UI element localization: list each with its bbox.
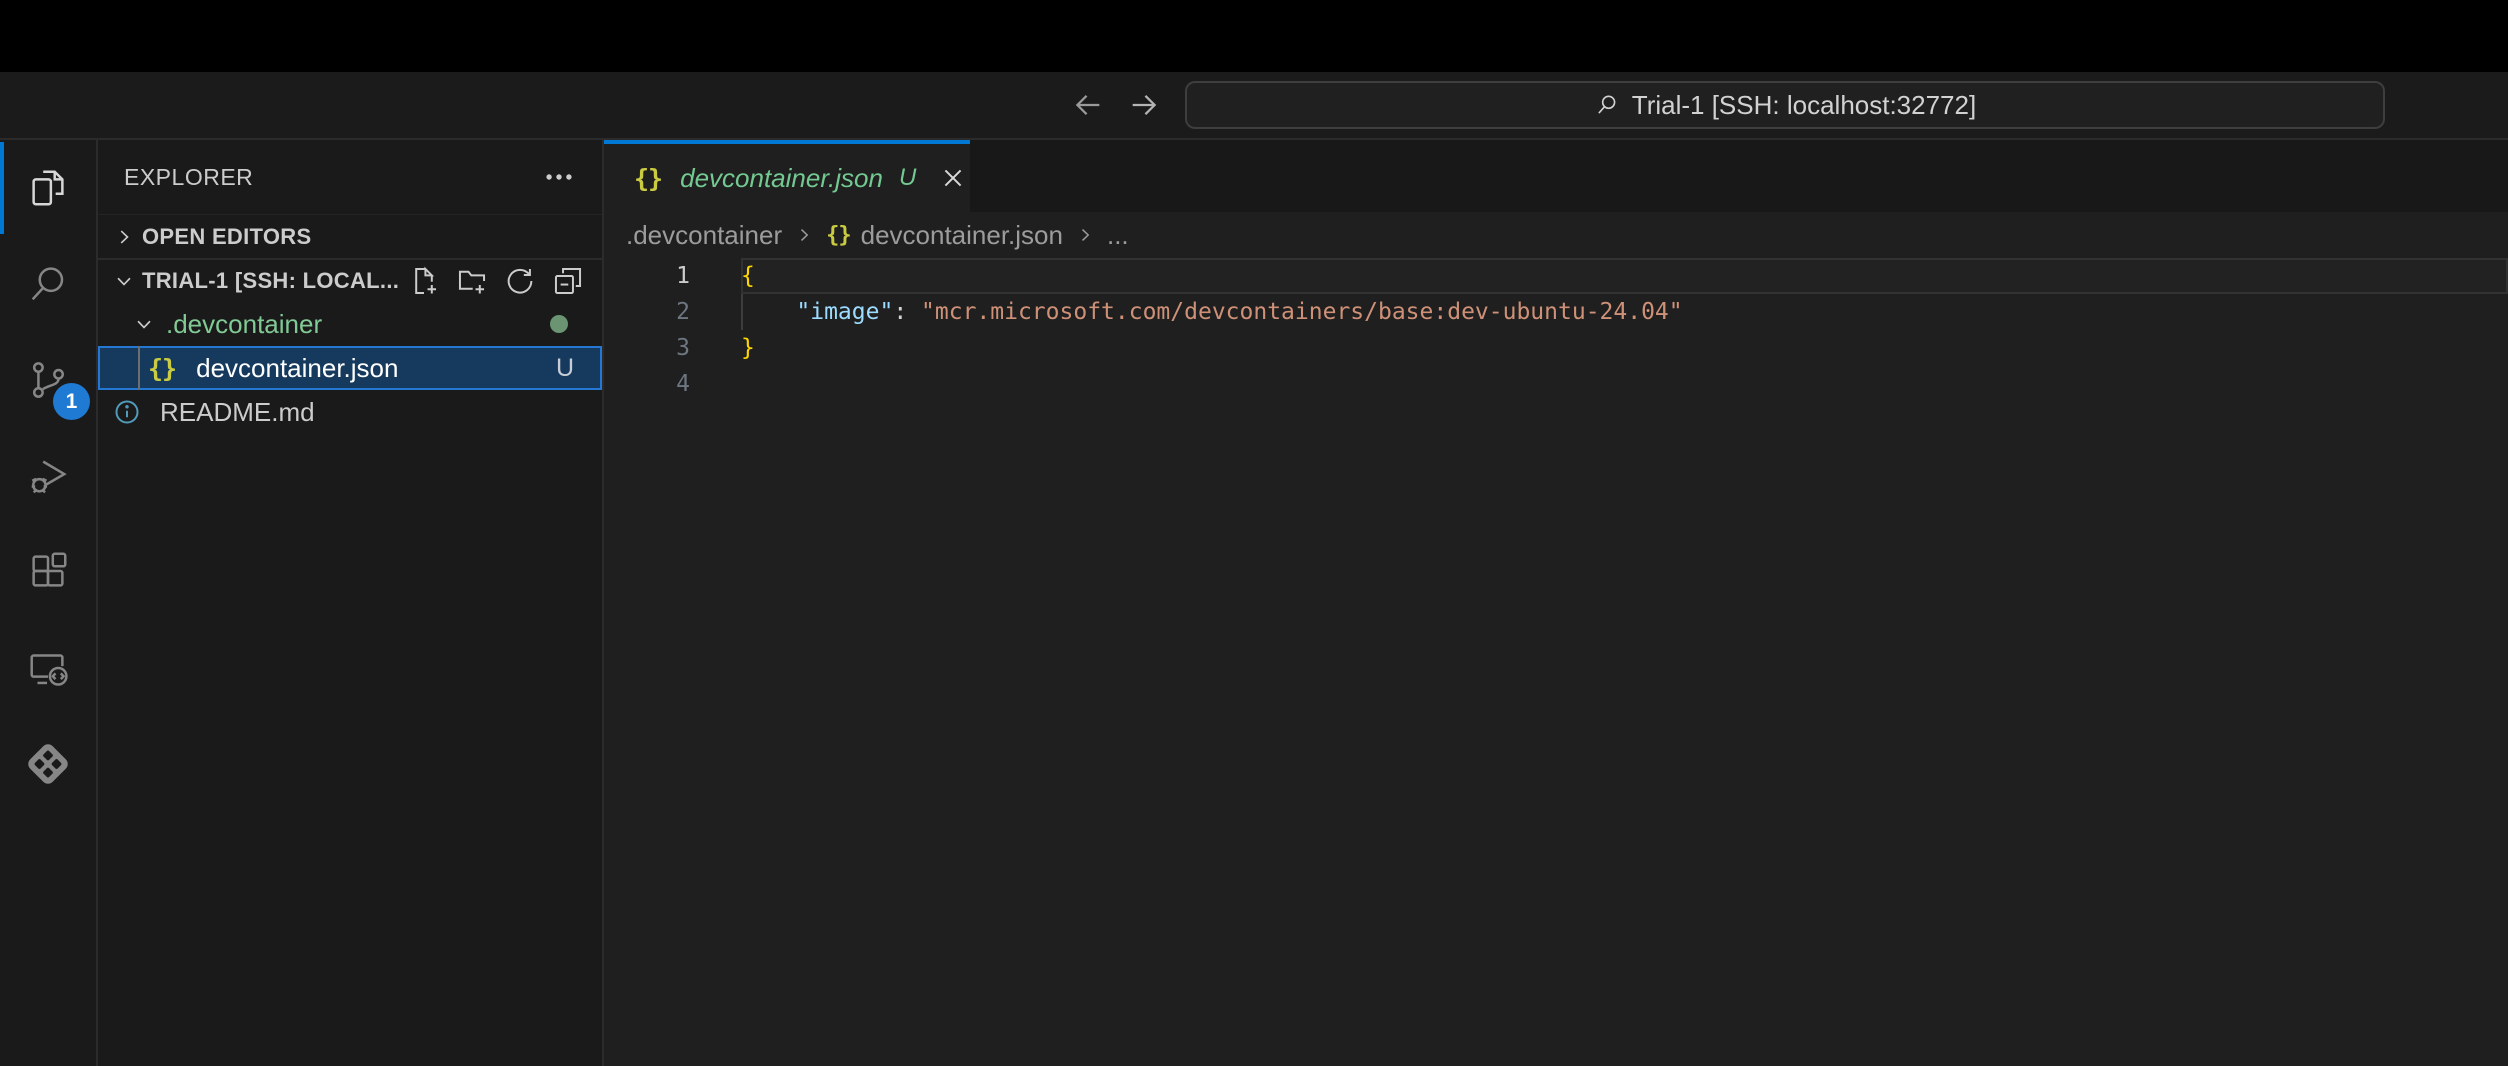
search-icon	[1594, 92, 1620, 118]
scm-badge: 1	[53, 383, 90, 420]
nav-arrows	[1066, 72, 1166, 138]
code-token: "image"	[796, 299, 893, 325]
extensions-icon	[25, 549, 71, 595]
workspace-section[interactable]: TRIAL-1 [SSH: LOCAL...	[98, 258, 602, 302]
chevron-down-icon	[126, 306, 162, 342]
explorer-sidebar: EXPLORER OPEN EDITORS	[96, 140, 604, 1066]
activitybar-source-control[interactable]: 1	[0, 332, 96, 428]
tab-label: devcontainer.json	[680, 163, 883, 194]
code-line-4[interactable]: 4	[604, 366, 2508, 402]
collapse-all-button[interactable]	[550, 263, 586, 299]
code-token: :	[893, 299, 921, 325]
activitybar-explorer[interactable]	[0, 140, 96, 236]
code-editor[interactable]: 1 { 2 "image": "mcr.microsoft.com/devcon…	[604, 258, 2508, 1066]
close-icon[interactable]	[936, 160, 970, 196]
files-icon	[25, 165, 71, 211]
activitybar-search[interactable]	[0, 236, 96, 332]
open-editors-label: OPEN EDITORS	[142, 224, 311, 250]
workspace-actions	[406, 263, 602, 299]
json-file-icon: {}	[634, 164, 662, 193]
workbench: 1	[0, 140, 2508, 1066]
tree-row-devcontainer-json[interactable]: {} devcontainer.json U	[98, 346, 602, 390]
json-file-icon: {}	[148, 354, 176, 383]
line-number: 2	[604, 299, 690, 325]
breadcrumb: .devcontainer {} devcontainer.json ...	[604, 212, 2508, 258]
activitybar-containers[interactable]	[0, 716, 96, 812]
code-line-3[interactable]: 3 }	[604, 330, 2508, 366]
code-token: "mcr.microsoft.com/devcontainers/base:de…	[921, 299, 1683, 325]
breadcrumb-folder[interactable]: .devcontainer	[626, 220, 782, 251]
code-token: }	[741, 335, 755, 361]
file-tree: .devcontainer {} devcontainer.json U	[98, 302, 602, 434]
tree-indent-guide	[138, 346, 140, 390]
line-number: 3	[604, 335, 690, 361]
activitybar-run-debug[interactable]	[0, 428, 96, 524]
tree-row-devcontainer-folder[interactable]: .devcontainer	[98, 302, 602, 346]
new-folder-button[interactable]	[454, 263, 490, 299]
debug-icon	[25, 453, 71, 499]
breadcrumb-more[interactable]: ...	[1107, 220, 1129, 251]
modified-dot-icon	[550, 315, 568, 333]
more-actions-icon[interactable]	[542, 160, 576, 194]
breadcrumb-file[interactable]: devcontainer.json	[861, 220, 1063, 251]
activitybar-extensions[interactable]	[0, 524, 96, 620]
tree-row-readme[interactable]: README.md	[98, 390, 602, 434]
command-center-label: Trial-1 [SSH: localhost:32772]	[1632, 90, 1976, 121]
editor-group: {} devcontainer.json U .devcontainer	[604, 140, 2508, 1066]
containers-icon	[25, 741, 71, 787]
titlebar: Trial-1 [SSH: localhost:32772]	[0, 72, 2508, 140]
remote-explorer-icon	[25, 645, 71, 691]
macos-titlebar-strip	[0, 0, 2508, 72]
info-icon	[112, 397, 142, 427]
code-line-1[interactable]: 1 {	[604, 258, 2508, 294]
back-icon	[1071, 88, 1105, 122]
file-label: README.md	[160, 397, 315, 428]
line-number: 1	[604, 263, 690, 289]
file-label: devcontainer.json	[196, 353, 556, 384]
back-button[interactable]	[1066, 83, 1110, 127]
sidebar-title: EXPLORER	[124, 164, 253, 191]
git-untracked-badge: U	[899, 164, 916, 192]
refresh-button[interactable]	[502, 263, 538, 299]
git-untracked-badge: U	[556, 354, 574, 383]
tab-bar: {} devcontainer.json U	[604, 140, 2508, 212]
activitybar-remote-explorer[interactable]	[0, 620, 96, 716]
chevron-right-icon	[106, 219, 142, 255]
line-number: 4	[604, 371, 690, 397]
chevron-right-icon	[792, 223, 816, 247]
code-token: {	[741, 263, 755, 289]
forward-button[interactable]	[1122, 83, 1166, 127]
code-line-2[interactable]: 2 "image": "mcr.microsoft.com/devcontain…	[604, 294, 2508, 330]
chevron-down-icon	[106, 263, 142, 299]
forward-icon	[1127, 88, 1161, 122]
new-file-button[interactable]	[406, 263, 442, 299]
open-editors-section[interactable]: OPEN EDITORS	[98, 214, 602, 258]
tab-devcontainer-json[interactable]: {} devcontainer.json U	[604, 140, 970, 212]
chevron-right-icon	[1073, 223, 1097, 247]
activity-bar: 1	[0, 140, 96, 1066]
vscode-window: Trial-1 [SSH: localhost:32772]	[0, 0, 2508, 1066]
command-center[interactable]: Trial-1 [SSH: localhost:32772]	[1185, 81, 2385, 129]
sidebar-header: EXPLORER	[98, 140, 602, 214]
workspace-label: TRIAL-1 [SSH: LOCAL...	[142, 268, 406, 294]
code-token	[741, 299, 796, 325]
folder-label: .devcontainer	[166, 309, 322, 340]
json-file-icon: {}	[826, 223, 851, 248]
search-icon	[25, 261, 71, 307]
